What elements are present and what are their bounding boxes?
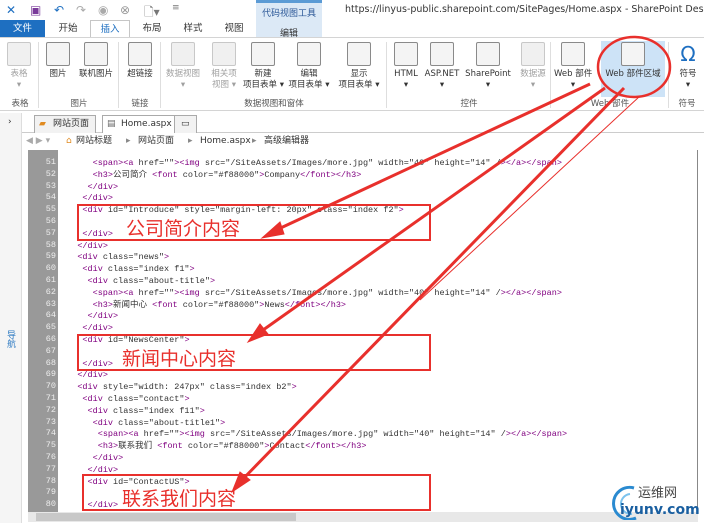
annotation-contact-us: 联系我们内容	[122, 488, 237, 510]
annotation-overlay	[77, 35, 672, 511]
annotation-news-center: 新闻中心内容	[122, 348, 237, 370]
arrow-3	[238, 86, 626, 484]
arrow-2	[255, 86, 606, 337]
arrows	[230, 82, 641, 494]
thin-line	[419, 95, 641, 301]
annotation-company-intro: 公司简介内容	[126, 218, 241, 240]
highlight-ellipse	[596, 35, 672, 99]
